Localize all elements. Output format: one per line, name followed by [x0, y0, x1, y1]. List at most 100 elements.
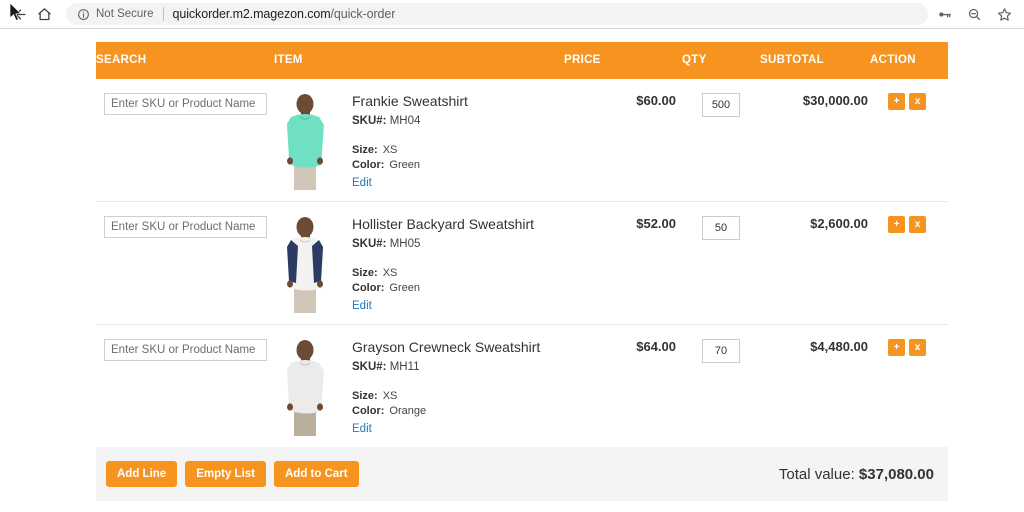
cell-action: + x [870, 202, 948, 325]
sku-value: MH04 [390, 115, 421, 127]
info-circle-icon[interactable] [76, 7, 90, 21]
edit-options-link[interactable]: Edit [352, 300, 372, 312]
cell-qty [682, 79, 760, 202]
remove-row-button[interactable]: x [909, 93, 926, 110]
edit-options-link[interactable]: Edit [352, 177, 372, 189]
table-header-row: SEARCH ITEM PRICE QTY SUBTOTAL ACTION [96, 42, 948, 79]
quick-order-table: SEARCH ITEM PRICE QTY SUBTOTAL ACTION [96, 42, 948, 447]
product-name: Grayson Crewneck Sweatshirt [352, 339, 540, 356]
product-sku: SKU#: MH05 [352, 237, 534, 252]
color-label: Color: [352, 282, 384, 294]
option-size: Size: XS [352, 143, 468, 158]
column-header-subtotal: SUBTOTAL [760, 42, 870, 79]
product-options: Size: XS Color: Green Edit [352, 143, 468, 191]
total-value-amount: $37,080.00 [859, 466, 934, 483]
column-header-item: ITEM [274, 42, 564, 79]
product-thumbnail [274, 93, 334, 190]
zoom-out-icon[interactable] [964, 4, 984, 24]
cell-item: Frankie Sweatshirt SKU#: MH04 Size: XS Co… [274, 79, 564, 202]
size-label: Size: [352, 390, 378, 402]
home-icon[interactable] [32, 2, 56, 26]
footer-actions: Add Line Empty List Add to Cart [106, 461, 359, 487]
sku-label: SKU#: [352, 361, 387, 373]
search-input[interactable] [104, 93, 267, 115]
cell-action: + x [870, 79, 948, 202]
toolbar-right-icons [934, 4, 1016, 24]
empty-list-button[interactable]: Empty List [185, 461, 266, 487]
product-thumbnail [274, 216, 334, 313]
cell-price: $52.00 [564, 202, 682, 325]
size-value: XS [383, 267, 398, 279]
sku-value: MH05 [390, 238, 421, 250]
option-color: Color:Orange [352, 404, 540, 419]
cell-action: + x [870, 325, 948, 448]
add-row-button[interactable]: + [888, 339, 905, 356]
edit-options-link[interactable]: Edit [352, 423, 372, 435]
column-header-price: PRICE [564, 42, 682, 79]
option-size: Size: XS [352, 389, 540, 404]
product-name: Frankie Sweatshirt [352, 93, 468, 110]
table-row: Grayson Crewneck Sweatshirt SKU#: MH11 S… [96, 325, 948, 448]
color-label: Color: [352, 405, 384, 417]
product-sku: SKU#: MH11 [352, 360, 540, 375]
sku-label: SKU#: [352, 115, 387, 127]
key-icon[interactable] [934, 4, 954, 24]
option-color: Color: Green [352, 281, 534, 296]
color-value: Green [389, 159, 420, 171]
add-to-cart-button[interactable]: Add to Cart [274, 461, 359, 487]
remove-row-button[interactable]: x [909, 339, 926, 356]
url-path: /quick-order [331, 7, 396, 21]
page-body: SEARCH ITEM PRICE QTY SUBTOTAL ACTION [0, 29, 1024, 512]
size-value: XS [383, 390, 398, 402]
column-header-search: SEARCH [96, 42, 274, 79]
cell-price: $64.00 [564, 325, 682, 448]
back-arrow-icon[interactable] [8, 2, 32, 26]
quick-order-footer: Add Line Empty List Add to Cart Total va… [96, 447, 948, 501]
star-icon[interactable] [994, 4, 1014, 24]
product-thumbnail [274, 339, 334, 436]
total-value-label: Total value: [779, 466, 855, 483]
table-header: SEARCH ITEM PRICE QTY SUBTOTAL ACTION [96, 42, 948, 79]
color-label: Color: [352, 159, 384, 171]
qty-input[interactable] [702, 93, 740, 117]
cell-subtotal: $2,600.00 [760, 202, 870, 325]
cell-subtotal: $4,480.00 [760, 325, 870, 448]
option-size: Size: XS [352, 266, 534, 281]
qty-input[interactable] [702, 339, 740, 363]
browser-toolbar: Not Secure quickorder.m2.magezon.com/qui… [0, 0, 1024, 29]
cell-subtotal: $30,000.00 [760, 79, 870, 202]
cell-price: $60.00 [564, 79, 682, 202]
add-line-button[interactable]: Add Line [106, 461, 177, 487]
option-color: Color: Green [352, 158, 468, 173]
remove-row-button[interactable]: x [909, 216, 926, 233]
search-input[interactable] [104, 339, 267, 361]
url-host: quickorder.m2.magezon.com [173, 7, 331, 21]
sku-value: MH11 [390, 361, 420, 373]
table-body: Frankie Sweatshirt SKU#: MH04 Size: XS Co… [96, 79, 948, 447]
url-text: quickorder.m2.magezon.com/quick-order [173, 7, 396, 21]
size-label: Size: [352, 267, 378, 279]
add-row-button[interactable]: + [888, 216, 905, 233]
product-options: Size: XS Color:Orange Edit [352, 389, 540, 437]
sku-label: SKU#: [352, 238, 387, 250]
cell-search [96, 79, 274, 202]
add-row-button[interactable]: + [888, 93, 905, 110]
table-row: Frankie Sweatshirt SKU#: MH04 Size: XS Co… [96, 79, 948, 202]
size-value: XS [383, 144, 398, 156]
cell-qty [682, 325, 760, 448]
cell-search [96, 202, 274, 325]
product-sku: SKU#: MH04 [352, 114, 468, 129]
qty-input[interactable] [702, 216, 740, 240]
cell-item: Hollister Backyard Sweatshirt SKU#: MH05… [274, 202, 564, 325]
column-header-action: ACTION [870, 42, 948, 79]
size-label: Size: [352, 144, 378, 156]
cell-item: Grayson Crewneck Sweatshirt SKU#: MH11 S… [274, 325, 564, 448]
search-input[interactable] [104, 216, 267, 238]
omnibox-divider [163, 7, 164, 21]
product-options: Size: XS Color: Green Edit [352, 266, 534, 314]
address-bar[interactable]: Not Secure quickorder.m2.magezon.com/qui… [66, 3, 928, 25]
cell-search [96, 325, 274, 448]
table-row: Hollister Backyard Sweatshirt SKU#: MH05… [96, 202, 948, 325]
color-value: Green [389, 282, 420, 294]
total-value: Total value: $37,080.00 [779, 466, 934, 483]
